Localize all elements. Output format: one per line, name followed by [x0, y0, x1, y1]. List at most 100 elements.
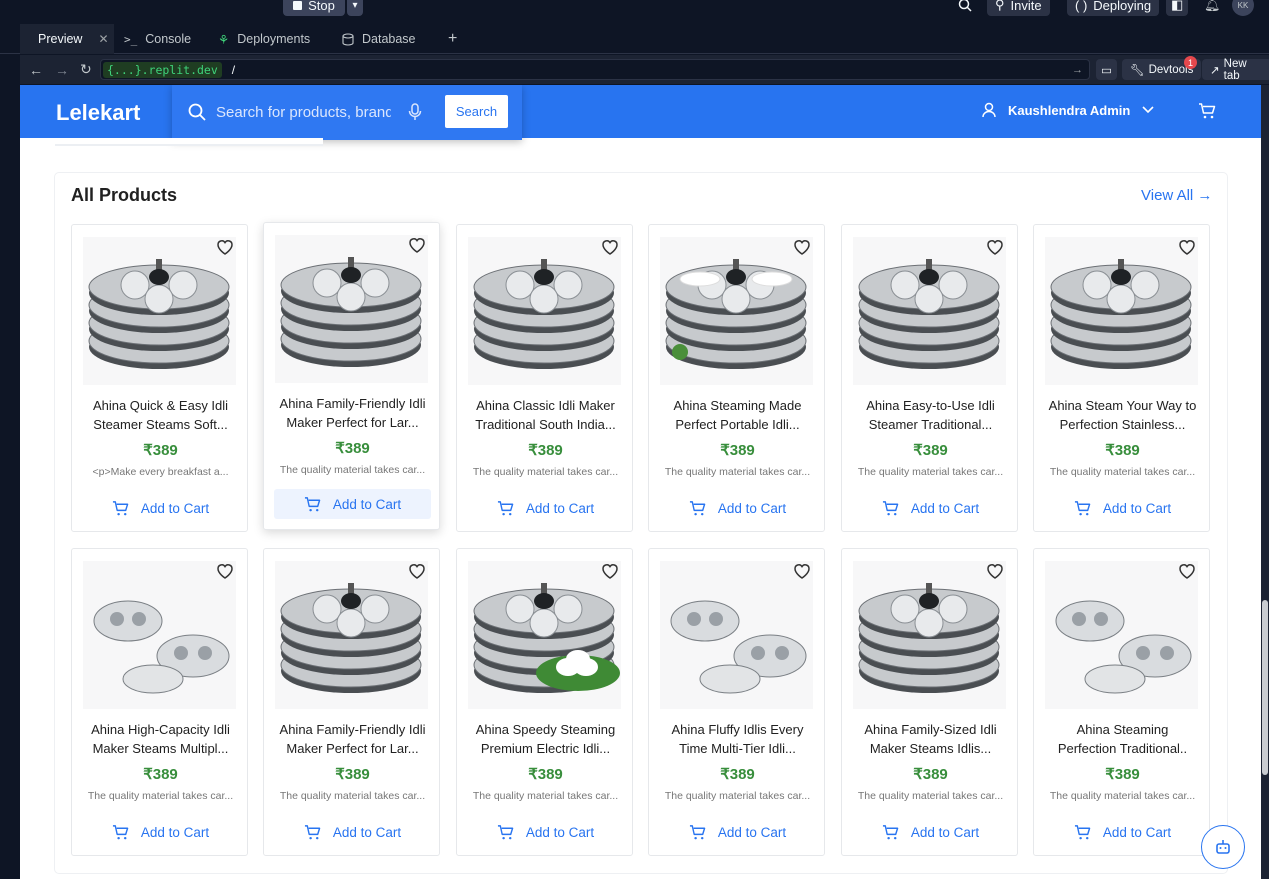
microphone-icon[interactable]: [408, 103, 422, 121]
heart-icon[interactable]: [1177, 237, 1197, 257]
product-name[interactable]: Ahina Quick & Easy Idli Steamer Steams So…: [80, 397, 241, 434]
add-to-cart-button[interactable]: Add to Cart: [82, 493, 239, 523]
product-image-box[interactable]: [275, 561, 428, 709]
add-to-cart-button[interactable]: Add to Cart: [274, 817, 431, 847]
heart-icon[interactable]: [1177, 561, 1197, 581]
heart-icon[interactable]: [215, 561, 235, 581]
heart-icon[interactable]: [792, 237, 812, 257]
new-tab-plus-icon[interactable]: +: [438, 24, 467, 54]
add-to-cart-button[interactable]: Add to Cart: [1044, 817, 1201, 847]
product-card[interactable]: Ahina Speedy Steaming Premium Electric I…: [456, 548, 633, 856]
heart-icon[interactable]: [407, 561, 427, 581]
product-name-line: Perfect Portable Idli...: [675, 416, 800, 432]
tab-deployments[interactable]: ⚘ Deployments: [208, 24, 320, 54]
url-bar[interactable]: {...}.replit.dev / →: [100, 59, 1090, 80]
product-image-box[interactable]: [468, 237, 621, 385]
product-name[interactable]: Ahina High-Capacity Idli Maker Steams Mul…: [80, 721, 241, 758]
heart-icon[interactable]: [600, 561, 620, 581]
product-card[interactable]: Ahina Steaming Perfection Traditional.. ₹3…: [1033, 548, 1210, 856]
invite-button[interactable]: ⚲ Invite: [987, 0, 1050, 16]
cart-icon[interactable]: [1198, 102, 1216, 120]
forward-arrow-icon[interactable]: →: [55, 55, 69, 84]
product-name[interactable]: Ahina Speedy Steaming Premium Electric I…: [465, 721, 626, 758]
add-to-cart-button[interactable]: Add to Cart: [1044, 493, 1201, 523]
view-all-link[interactable]: View All →: [1141, 187, 1212, 204]
add-to-cart-button[interactable]: Add to Cart: [852, 817, 1009, 847]
add-to-cart-button[interactable]: Add to Cart: [852, 493, 1009, 523]
product-name[interactable]: Ahina Steam Your Way to Perfection Stainl…: [1042, 397, 1203, 434]
product-card[interactable]: Ahina Fluffy Idlis Every Time Multi-Tier …: [648, 548, 825, 856]
product-image-box[interactable]: [853, 237, 1006, 385]
add-to-cart-button[interactable]: Add to Cart: [274, 489, 431, 519]
deploying-button[interactable]: ( ) Deploying: [1067, 0, 1160, 16]
scrollbar-thumb[interactable]: [1262, 600, 1268, 775]
add-to-cart-button[interactable]: Add to Cart: [659, 493, 816, 523]
product-card[interactable]: Ahina High-Capacity Idli Maker Steams Mul…: [71, 548, 248, 856]
product-card[interactable]: Ahina Steam Your Way to Perfection Stainl…: [1033, 224, 1210, 532]
product-image-box[interactable]: [853, 561, 1006, 709]
notifications-bell-icon[interactable]: 🔔︎: [1204, 0, 1221, 16]
heart-icon[interactable]: [600, 237, 620, 257]
search-icon[interactable]: [958, 0, 972, 16]
go-arrow-icon[interactable]: →: [1072, 64, 1083, 76]
heart-icon[interactable]: [985, 237, 1005, 257]
back-arrow-icon[interactable]: ←: [29, 55, 43, 84]
heart-icon[interactable]: [407, 235, 427, 255]
add-to-cart-button[interactable]: Add to Cart: [659, 817, 816, 847]
layout-toggle-button[interactable]: ◧: [1166, 0, 1189, 16]
heart-icon[interactable]: [792, 561, 812, 581]
product-name[interactable]: Ahina Steaming Perfection Traditional..: [1042, 721, 1203, 758]
product-card[interactable]: Ahina Family-Sized Idli Maker Steams Idli…: [841, 548, 1018, 856]
stop-menu-chevron-icon[interactable]: ▾: [347, 0, 363, 16]
add-to-cart-button[interactable]: Add to Cart: [82, 817, 239, 847]
product-card[interactable]: Ahina Family-Friendly Idli Maker Perfect …: [263, 222, 440, 530]
product-name-line: Perfection Traditional..: [1057, 740, 1188, 756]
heart-icon[interactable]: [215, 237, 235, 257]
reload-icon[interactable]: ↻: [80, 55, 92, 84]
new-tab-button[interactable]: ↗ New tab: [1202, 58, 1269, 82]
device-preview-button[interactable]: ▭: [1096, 59, 1117, 80]
layout-icon: ◧: [1171, 0, 1184, 12]
scrollbar[interactable]: [1261, 85, 1269, 879]
product-card[interactable]: Ahina Easy-to-Use Idli Steamer Traditiona…: [841, 224, 1018, 532]
add-to-cart-button[interactable]: Add to Cart: [467, 817, 624, 847]
product-image-box[interactable]: [660, 561, 813, 709]
product-name[interactable]: Ahina Fluffy Idlis Every Time Multi-Tier …: [657, 721, 818, 758]
product-name[interactable]: Ahina Family-Sized Idli Maker Steams Idli…: [850, 721, 1011, 758]
product-image-box[interactable]: [83, 237, 236, 385]
tab-preview[interactable]: Preview ✕: [20, 24, 114, 54]
tab-console[interactable]: >_ Console: [114, 24, 201, 54]
product-name[interactable]: Ahina Classic Idli Maker Traditional Sou…: [465, 397, 626, 434]
product-image-box[interactable]: [275, 235, 428, 383]
product-name-line: Ahina High-Capacity Idli: [91, 722, 230, 737]
product-image-box[interactable]: [1045, 561, 1198, 709]
cart-icon: [1074, 824, 1091, 839]
close-icon[interactable]: ✕: [98, 32, 108, 46]
product-image-box[interactable]: [1045, 237, 1198, 385]
product-card[interactable]: Ahina Family-Friendly Idli Maker Perfect …: [263, 548, 440, 856]
product-name[interactable]: Ahina Family-Friendly Idli Maker Perfect …: [272, 395, 433, 432]
product-image-box[interactable]: [468, 561, 621, 709]
product-card[interactable]: Ahina Quick & Easy Idli Steamer Steams So…: [71, 224, 248, 532]
stop-button[interactable]: Stop: [283, 0, 345, 16]
user-menu[interactable]: Kaushlendra Admin: [982, 102, 1154, 118]
product-image-box[interactable]: [660, 237, 813, 385]
product-card[interactable]: Ahina Classic Idli Maker Traditional Sou…: [456, 224, 633, 532]
product-name-line: Ahina Steaming: [1076, 722, 1169, 737]
search-button[interactable]: Search: [445, 95, 508, 128]
product-name[interactable]: Ahina Steaming Made Perfect Portable Idli…: [657, 397, 818, 434]
site-logo[interactable]: Lelekart: [56, 100, 140, 126]
product-name[interactable]: Ahina Family-Friendly Idli Maker Perfect …: [272, 721, 433, 758]
add-to-cart-button[interactable]: Add to Cart: [467, 493, 624, 523]
product-image-box[interactable]: [83, 561, 236, 709]
heart-icon[interactable]: [985, 561, 1005, 581]
ide-tab-bar: Preview ✕ >_ Console ⚘ Deployments Datab…: [0, 24, 1269, 54]
tab-database[interactable]: Database: [332, 24, 426, 54]
search-input[interactable]: [216, 102, 391, 122]
deployments-icon: ⚘: [218, 32, 230, 47]
product-card[interactable]: Ahina Steaming Made Perfect Portable Idli…: [648, 224, 825, 532]
product-name[interactable]: Ahina Easy-to-Use Idli Steamer Traditiona…: [850, 397, 1011, 434]
add-to-cart-label: Add to Cart: [1102, 824, 1172, 840]
chat-assistant-button[interactable]: [1201, 825, 1245, 869]
avatar[interactable]: KK: [1232, 0, 1254, 16]
